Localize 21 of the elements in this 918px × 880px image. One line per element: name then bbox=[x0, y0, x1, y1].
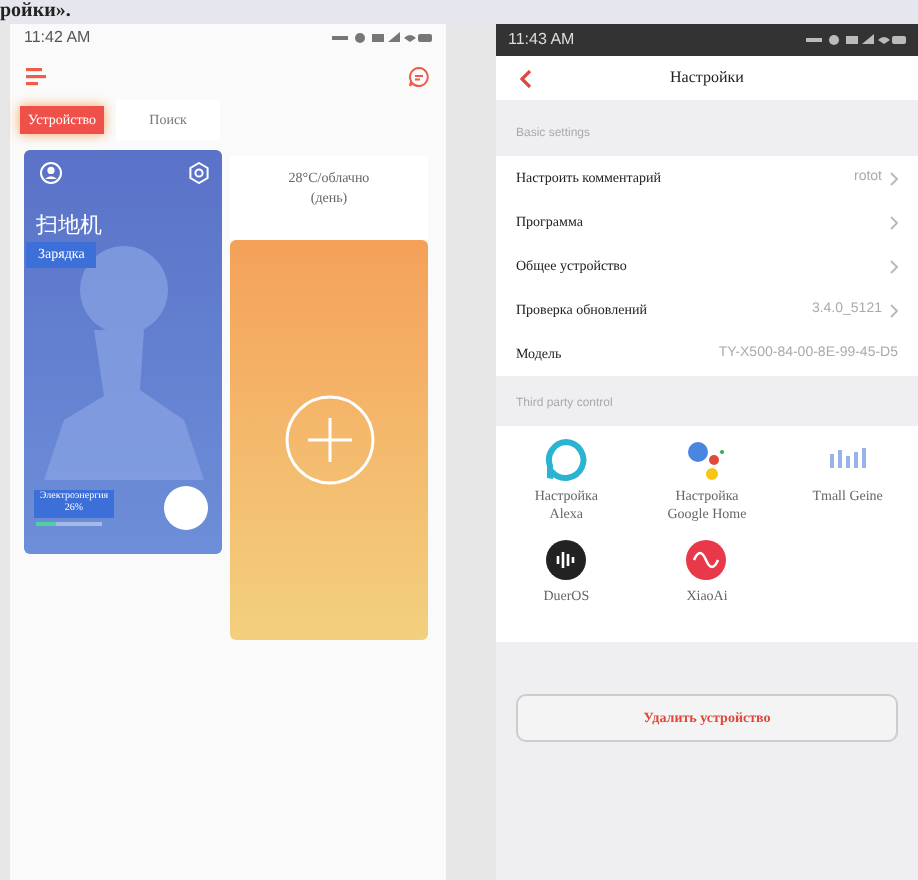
status-icons bbox=[806, 34, 906, 46]
chevron-icon bbox=[890, 303, 898, 317]
back-icon[interactable] bbox=[520, 69, 532, 87]
screen-title: Настройки bbox=[668, 66, 746, 90]
add-icon[interactable] bbox=[283, 394, 375, 486]
chevron-icon bbox=[890, 259, 898, 273]
dots-icon bbox=[684, 438, 729, 482]
device-name: 扫地机 bbox=[36, 212, 102, 242]
chevron-icon bbox=[890, 215, 898, 229]
menu-icon[interactable] bbox=[26, 67, 46, 85]
sine-wave-icon bbox=[684, 538, 729, 582]
caption-text: ройки». bbox=[0, 0, 71, 24]
chevron-icon bbox=[890, 171, 898, 185]
user-icon[interactable] bbox=[40, 162, 62, 184]
chat-icon[interactable] bbox=[408, 65, 430, 87]
ring-icon bbox=[544, 438, 589, 482]
status-icons bbox=[332, 32, 432, 44]
speaker-icon bbox=[544, 538, 589, 582]
status-time: 11:43 AM bbox=[508, 28, 575, 52]
status-time: 11:42 AM bbox=[24, 26, 91, 50]
settings-icon[interactable] bbox=[188, 162, 210, 184]
